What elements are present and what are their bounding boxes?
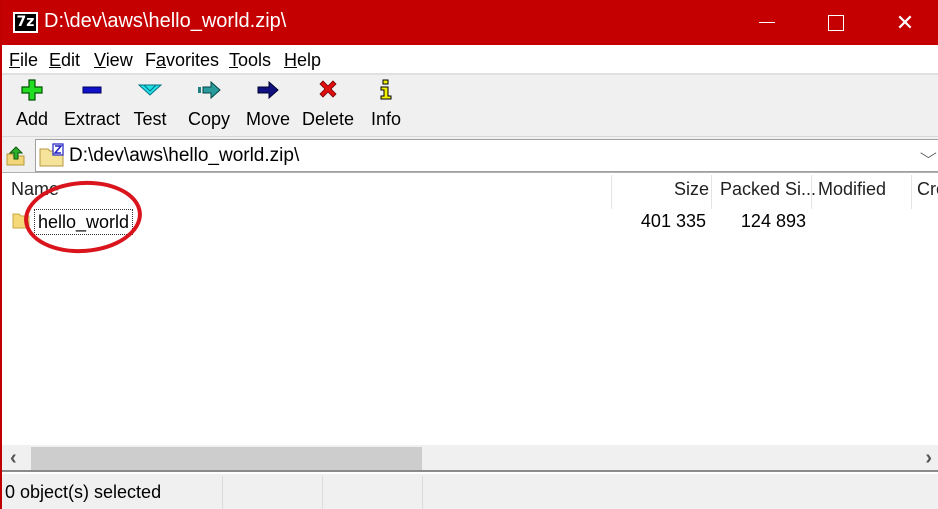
- app-window: 7z D:\dev\aws\hello_world.zip\ ✕ File Ed…: [0, 0, 938, 509]
- status-divider: [222, 476, 223, 509]
- path-text: D:\dev\aws\hello_world.zip\: [69, 145, 300, 166]
- row-packed-size: 124 893: [740, 211, 806, 231]
- menu-favorites[interactable]: Favorites: [145, 50, 219, 71]
- delete-icon: [302, 79, 354, 103]
- test-label: Test: [133, 109, 167, 129]
- window-title: D:\dev\aws\hello_world.zip\: [44, 10, 287, 32]
- column-divider[interactable]: [711, 175, 712, 209]
- delete-button[interactable]: Delete: [302, 79, 354, 130]
- menu-file[interactable]: File: [9, 50, 38, 71]
- selection-status: 0 object(s) selected: [5, 482, 162, 502]
- scroll-left-icon[interactable]: ‹: [10, 447, 17, 470]
- menu-edit[interactable]: Edit: [49, 50, 80, 71]
- column-divider[interactable]: [811, 175, 812, 209]
- status-divider: [422, 476, 423, 509]
- move-icon: [244, 79, 292, 103]
- menu-tools[interactable]: Tools: [229, 50, 271, 71]
- chevron-down-icon[interactable]: ⌵: [920, 145, 937, 162]
- column-header-name[interactable]: Name: [11, 179, 59, 200]
- close-icon: ✕: [895, 10, 915, 35]
- column-divider[interactable]: [911, 175, 912, 209]
- menu-help[interactable]: Help: [284, 50, 321, 71]
- row-name[interactable]: hello_world: [34, 209, 134, 235]
- test-button[interactable]: Test: [132, 79, 168, 130]
- menu-bar: File Edit View Favorites Tools Help: [2, 45, 938, 75]
- test-icon: [132, 79, 168, 103]
- status-bar: 0 object(s) selected: [2, 474, 938, 509]
- column-header-modified[interactable]: Modified: [818, 179, 886, 200]
- column-header-packed-size[interactable]: Packed Si...: [720, 179, 816, 200]
- add-icon: [14, 79, 50, 103]
- up-folder-button[interactable]: [6, 144, 28, 166]
- column-header-size[interactable]: Size: [674, 179, 709, 200]
- info-label: Info: [370, 109, 402, 129]
- toolbar: Add Extract Test Copy Move Delete Info: [2, 75, 938, 137]
- file-list[interactable]: Name Size Packed Si... Modified Cre hell…: [2, 172, 938, 445]
- folder-up-icon: [6, 146, 25, 166]
- extract-button[interactable]: Extract: [63, 79, 121, 130]
- folder-icon: [12, 211, 30, 229]
- delete-label: Delete: [302, 109, 355, 129]
- copy-icon: [186, 79, 232, 103]
- info-button[interactable]: Info: [368, 79, 404, 130]
- close-button[interactable]: ✕: [870, 0, 938, 45]
- extract-label: Extract: [63, 109, 120, 129]
- 7zip-app-icon: 7z: [13, 12, 38, 33]
- move-button[interactable]: Move: [244, 79, 292, 130]
- minimize-button[interactable]: [732, 0, 802, 45]
- column-divider[interactable]: [611, 175, 612, 209]
- column-header-created[interactable]: Cre: [917, 179, 938, 200]
- extract-icon: [63, 79, 121, 103]
- archive-folder-icon: [39, 143, 67, 167]
- title-bar[interactable]: 7z D:\dev\aws\hello_world.zip\ ✕: [2, 0, 938, 45]
- add-button[interactable]: Add: [14, 79, 50, 130]
- scroll-right-icon[interactable]: ›: [925, 447, 932, 470]
- menu-view[interactable]: View: [94, 50, 133, 71]
- maximize-button[interactable]: [800, 0, 870, 45]
- add-label: Add: [15, 109, 49, 129]
- row-size: 401 335: [640, 211, 706, 231]
- address-bar: D:\dev\aws\hello_world.zip\ ⌵: [2, 137, 938, 172]
- copy-button[interactable]: Copy: [186, 79, 232, 130]
- copy-label: Copy: [187, 109, 231, 129]
- info-icon: [368, 79, 404, 103]
- path-input[interactable]: D:\dev\aws\hello_world.zip\ ⌵: [35, 139, 938, 172]
- move-label: Move: [245, 109, 290, 129]
- horizontal-scrollbar[interactable]: ‹ ›: [2, 445, 938, 472]
- scrollbar-thumb[interactable]: [31, 447, 422, 470]
- status-divider: [322, 476, 323, 509]
